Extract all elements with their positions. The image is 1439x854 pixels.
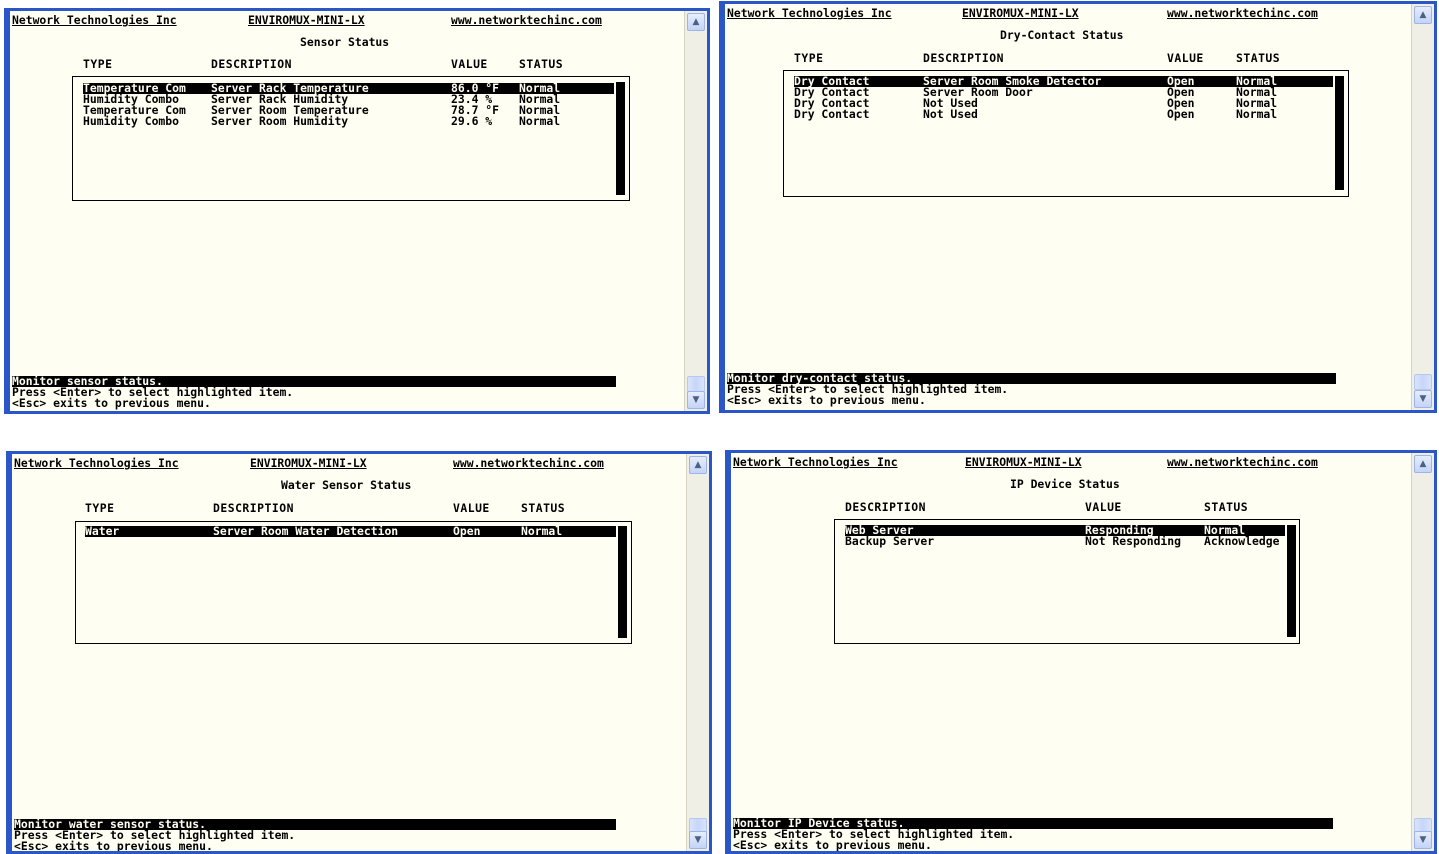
terminal-screen: Network Technologies Inc ENVIROMUX-MINI-… — [731, 453, 1412, 851]
column-header-type: TYPE — [85, 501, 115, 515]
column-header-description: DESCRIPTION — [213, 501, 294, 515]
page-title: Water Sensor Status — [281, 478, 412, 492]
company-name: Network Technologies Inc — [12, 13, 177, 27]
cell-description: Not Used — [923, 107, 978, 121]
page-title: IP Device Status — [1010, 477, 1120, 491]
cell-description: Server Room Water Detection — [213, 524, 399, 538]
scroll-up-icon[interactable]: ▲ — [689, 456, 707, 474]
cell-value: Not Responding — [1085, 534, 1182, 548]
list-scrollbar[interactable] — [616, 82, 625, 195]
water-sensor-status-window: Network Technologies Inc ENVIROMUX-MINI-… — [6, 451, 712, 854]
scroll-down-icon[interactable]: ▼ — [689, 831, 707, 849]
column-header-value: VALUE — [1167, 51, 1204, 65]
column-header-type: TYPE — [794, 51, 824, 65]
dry-contact-status-window: Network Technologies Inc ENVIROMUX-MINI-… — [719, 1, 1437, 413]
list-scrollbar[interactable] — [1287, 525, 1296, 637]
esc-hint: <Esc> exits to previous menu. — [727, 393, 926, 407]
column-header-status: STATUS — [519, 57, 564, 71]
column-header-status: STATUS — [521, 501, 566, 515]
scroll-thumb[interactable] — [1414, 374, 1432, 390]
scroll-thumb[interactable] — [687, 376, 705, 392]
window-scrollbar[interactable]: ▲ ▼ — [1411, 4, 1434, 410]
website-link[interactable]: www.networktechinc.com — [451, 14, 602, 26]
list-scrollbar[interactable] — [1335, 76, 1344, 190]
cell-status: Acknowledge — [1204, 534, 1280, 548]
scroll-down-icon[interactable]: ▼ — [1414, 390, 1432, 408]
company-name: Network Technologies Inc — [727, 6, 892, 20]
website-link[interactable]: www.networktechinc.com — [1167, 7, 1318, 19]
company-name: Network Technologies Inc — [733, 455, 898, 469]
product-name: ENVIROMUX-MINI-LX — [248, 13, 365, 27]
website-link[interactable]: www.networktechinc.com — [453, 457, 604, 469]
website-link[interactable]: www.networktechinc.com — [1167, 456, 1318, 468]
product-name: ENVIROMUX-MINI-LX — [965, 455, 1082, 469]
column-header-type: TYPE — [83, 57, 113, 71]
cell-status: Normal — [519, 114, 561, 128]
company-name: Network Technologies Inc — [14, 456, 179, 470]
scroll-up-icon[interactable]: ▲ — [687, 13, 705, 31]
terminal-screen: Network Technologies Inc ENVIROMUX-MINI-… — [12, 454, 687, 851]
water-sensor-list-box — [75, 521, 632, 644]
product-name: ENVIROMUX-MINI-LX — [962, 6, 1079, 20]
page-title: Sensor Status — [300, 35, 390, 49]
product-name: ENVIROMUX-MINI-LX — [250, 456, 367, 470]
cell-description: Server Room Humidity — [211, 114, 349, 128]
column-header-value: VALUE — [1085, 500, 1122, 514]
column-header-description: DESCRIPTION — [923, 51, 1004, 65]
scroll-down-icon[interactable]: ▼ — [687, 391, 705, 409]
terminal-screen: Network Technologies Inc ENVIROMUX-MINI-… — [725, 4, 1412, 410]
cell-type: Water — [85, 524, 120, 538]
cell-value: Open — [1167, 107, 1195, 121]
terminal-screen: Network Technologies Inc ENVIROMUX-MINI-… — [10, 11, 685, 411]
ip-device-status-window: Network Technologies Inc ENVIROMUX-MINI-… — [725, 450, 1437, 854]
scroll-down-icon[interactable]: ▼ — [1414, 831, 1432, 849]
cell-description: Backup Server — [845, 534, 935, 548]
cell-status: Normal — [1236, 107, 1278, 121]
esc-hint: <Esc> exits to previous menu. — [12, 396, 211, 410]
cell-type: Humidity Combo — [83, 114, 180, 128]
column-header-description: DESCRIPTION — [845, 500, 926, 514]
scroll-up-icon[interactable]: ▲ — [1414, 455, 1432, 473]
scroll-up-icon[interactable]: ▲ — [1414, 6, 1432, 24]
cell-status: Normal — [521, 524, 563, 538]
column-header-value: VALUE — [453, 501, 490, 515]
column-header-status: STATUS — [1204, 500, 1249, 514]
window-scrollbar[interactable]: ▲ ▼ — [1411, 453, 1434, 851]
cell-type: Dry Contact — [794, 107, 870, 121]
window-scrollbar[interactable]: ▲ ▼ — [684, 11, 707, 411]
column-header-value: VALUE — [451, 57, 488, 71]
page-title: Dry-Contact Status — [1000, 28, 1124, 42]
list-scrollbar[interactable] — [618, 526, 627, 638]
cell-value: Open — [453, 524, 481, 538]
esc-hint: <Esc> exits to previous menu. — [14, 839, 213, 853]
sensor-status-window: Network Technologies Inc ENVIROMUX-MINI-… — [4, 8, 710, 414]
esc-hint: <Esc> exits to previous menu. — [733, 838, 932, 852]
cell-value: 29.6 % — [451, 114, 493, 128]
column-header-status: STATUS — [1236, 51, 1281, 65]
window-scrollbar[interactable]: ▲ ▼ — [686, 454, 709, 851]
column-header-description: DESCRIPTION — [211, 57, 292, 71]
